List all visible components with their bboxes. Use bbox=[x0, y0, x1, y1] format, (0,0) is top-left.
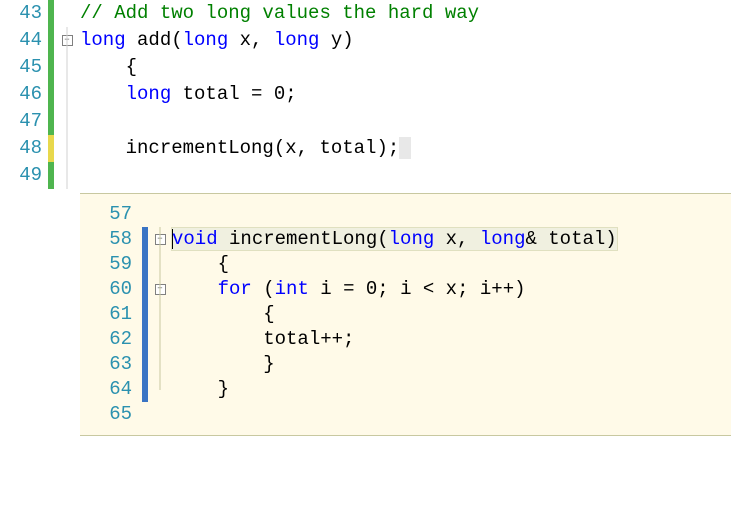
fold-gutter bbox=[54, 108, 80, 135]
code-line[interactable]: 48 incrementLong(x, total); bbox=[0, 135, 731, 162]
code-text[interactable]: { bbox=[172, 302, 731, 327]
line-number: 44 bbox=[0, 27, 48, 54]
code-text[interactable]: { bbox=[172, 252, 731, 277]
fold-gutter bbox=[148, 202, 172, 227]
code-text[interactable] bbox=[172, 202, 731, 227]
line-number: 57 bbox=[80, 202, 142, 227]
fold-gutter bbox=[148, 302, 172, 327]
code-line[interactable]: 46 long total = 0; bbox=[0, 81, 731, 108]
code-line[interactable]: 65 bbox=[80, 402, 731, 427]
fold-gutter bbox=[148, 402, 172, 427]
code-text[interactable]: } bbox=[172, 352, 731, 377]
line-number: 48 bbox=[0, 135, 48, 162]
line-number: 59 bbox=[80, 252, 142, 277]
code-line[interactable]: 57 bbox=[80, 202, 731, 227]
fold-gutter bbox=[54, 54, 80, 81]
code-text[interactable]: } bbox=[172, 377, 731, 402]
code-line[interactable]: 49 bbox=[0, 162, 731, 189]
code-text[interactable] bbox=[172, 402, 731, 427]
code-line[interactable]: 60+ for (int i = 0; i < x; i++) bbox=[80, 277, 731, 302]
line-number: 62 bbox=[80, 327, 142, 352]
code-text[interactable]: void incrementLong(long x, long& total) bbox=[172, 227, 731, 252]
code-text[interactable]: { bbox=[80, 54, 731, 81]
line-number: 45 bbox=[0, 54, 48, 81]
fold-gutter bbox=[54, 135, 80, 162]
fold-gutter: + bbox=[148, 277, 172, 302]
fold-gutter bbox=[148, 377, 172, 402]
code-text[interactable] bbox=[80, 108, 731, 135]
fold-gutter bbox=[54, 81, 80, 108]
code-line[interactable]: 45 { bbox=[0, 54, 731, 81]
line-number: 43 bbox=[0, 0, 48, 27]
code-text[interactable]: long total = 0; bbox=[80, 81, 731, 108]
line-number: 60 bbox=[80, 277, 142, 302]
code-line[interactable]: 62 total++; bbox=[80, 327, 731, 352]
line-number: 58 bbox=[80, 227, 142, 252]
code-editor[interactable]: 43// Add two long values the hard way44−… bbox=[0, 0, 731, 436]
code-text[interactable]: // Add two long values the hard way bbox=[80, 0, 731, 27]
fold-gutter bbox=[54, 0, 80, 27]
code-text[interactable]: long add(long x, long y) bbox=[80, 27, 731, 54]
peek-definition-panel[interactable]: 5758−void incrementLong(long x, long& to… bbox=[80, 193, 731, 436]
code-line[interactable]: 61 { bbox=[80, 302, 731, 327]
line-number: 65 bbox=[80, 402, 142, 427]
line-number: 46 bbox=[0, 81, 48, 108]
line-number: 63 bbox=[80, 352, 142, 377]
line-number: 64 bbox=[80, 377, 142, 402]
line-number: 61 bbox=[80, 302, 142, 327]
code-line[interactable]: 58−void incrementLong(long x, long& tota… bbox=[80, 227, 731, 252]
code-text[interactable]: incrementLong(x, total); bbox=[80, 135, 731, 162]
line-number: 47 bbox=[0, 108, 48, 135]
code-text[interactable]: total++; bbox=[172, 327, 731, 352]
fold-gutter bbox=[148, 352, 172, 377]
fold-gutter bbox=[148, 252, 172, 277]
code-line[interactable]: 47 bbox=[0, 108, 731, 135]
code-text[interactable]: for (int i = 0; i < x; i++) bbox=[172, 277, 731, 302]
code-line[interactable]: 43 // Add two long values the hard way bbox=[0, 0, 731, 27]
code-text[interactable] bbox=[80, 162, 731, 189]
code-line[interactable]: 64 } bbox=[80, 377, 731, 402]
fold-gutter: − bbox=[54, 27, 80, 54]
code-line[interactable]: 59 { bbox=[80, 252, 731, 277]
fold-gutter bbox=[54, 162, 80, 189]
fold-gutter bbox=[148, 327, 172, 352]
code-line[interactable]: 63 } bbox=[80, 352, 731, 377]
fold-gutter: − bbox=[148, 227, 172, 252]
line-number: 49 bbox=[0, 162, 48, 189]
code-line[interactable]: 44−long add(long x, long y) bbox=[0, 27, 731, 54]
